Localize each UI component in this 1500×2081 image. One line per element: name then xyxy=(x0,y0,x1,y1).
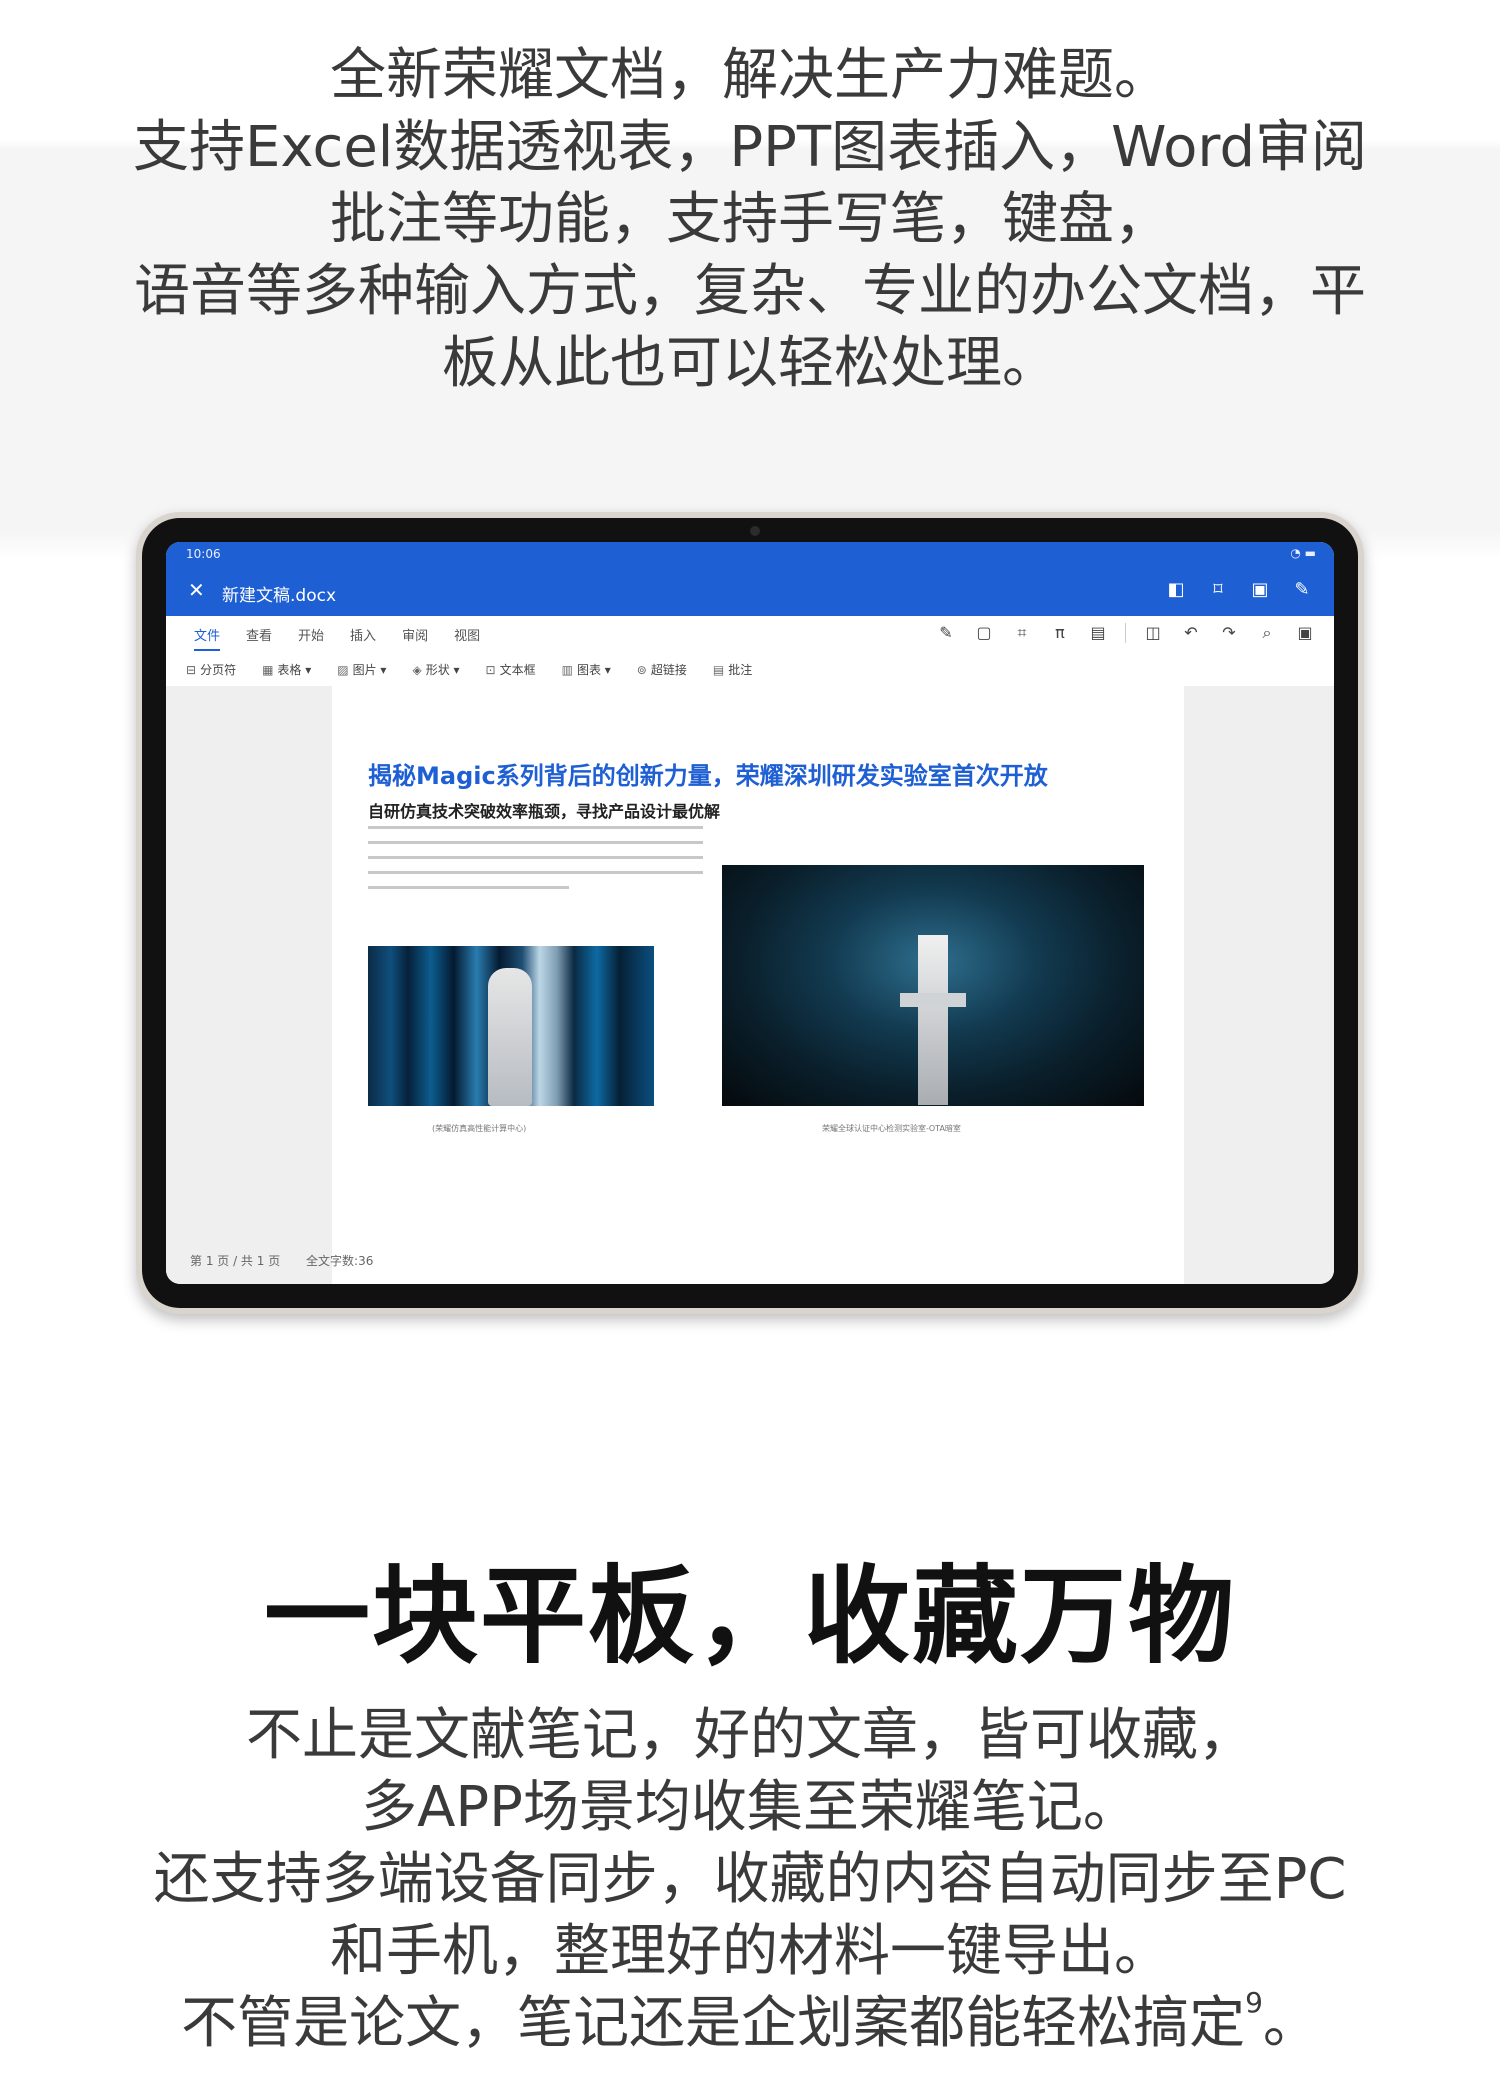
more-icon[interactable]: ▣ xyxy=(1294,623,1316,643)
scan-icon[interactable]: ⌗ xyxy=(1011,623,1033,643)
shape-button[interactable]: ◈ 形状 ▾ xyxy=(412,661,459,678)
intro-line: 支持Excel数据透视表，PPT图表插入，Word审阅 xyxy=(132,115,1368,180)
photo-anechoic-chamber xyxy=(722,865,1144,1106)
toolbar-divider xyxy=(1125,623,1126,643)
intro-line: 批注等功能，支持手写笔，键盘， xyxy=(330,187,1170,252)
book-icon[interactable]: ◫ xyxy=(1142,623,1164,643)
insert-toolbar: ⊟ 分页符 ▦ 表格 ▾ ▨ 图片 ▾ ◈ 形状 ▾ ⊡ 文本框 ▥ 图表 ▾ ⊚ 超链接 ▤… xyxy=(166,652,1334,687)
document-headline: 揭秘Magic系列背后的创新力量，荣耀深圳研发实验室首次开放 xyxy=(368,762,1048,790)
undo-icon[interactable]: ↶ xyxy=(1180,623,1202,643)
tab-file[interactable]: 文件 xyxy=(194,625,221,651)
annotation-label: 批注 xyxy=(728,663,753,677)
table-label: 表格 ▾ xyxy=(277,663,312,677)
annotation-button[interactable]: ▤ 批注 xyxy=(713,661,752,678)
document-page[interactable]: 揭秘Magic系列背后的创新力量，荣耀深圳研发实验室首次开放 自研仿真技术突破效… xyxy=(332,686,1184,1284)
section-title: 一块平板，收藏万物 xyxy=(264,1555,1236,1678)
textbox-label: 文本框 xyxy=(499,663,536,677)
shape-label: 形状 ▾ xyxy=(425,663,460,677)
document-subhead: 自研仿真技术突破效率瓶颈，寻找产品设计最优解 xyxy=(368,802,721,821)
status-bar: 10:06 ◔ ▬ xyxy=(166,542,1334,566)
page-break-button[interactable]: ⊟ 分页符 xyxy=(186,661,236,678)
intro-line: 全新荣耀文档，解决生产力难题。 xyxy=(330,43,1170,108)
image-icon: ▨ xyxy=(337,663,349,677)
menu-bar: 文件 查看 开始 插入 审阅 视图 ✎ ▢ ⌗ π ▤ ◫ ↶ ↷ ⌕ ▣ xyxy=(166,616,1334,653)
intro-line: 语音等多种输入方式，复杂、专业的办公文档，平 xyxy=(134,259,1366,324)
tab-insert[interactable]: 插入 xyxy=(350,625,376,651)
camera-icon xyxy=(750,526,760,536)
intro-line: 板从此也可以轻松处理。 xyxy=(442,331,1058,396)
formula-icon[interactable]: π xyxy=(1049,623,1071,643)
document-icon[interactable]: ▤ xyxy=(1087,623,1109,643)
table-button[interactable]: ▦ 表格 ▾ xyxy=(262,661,311,678)
tablet-bezel: 10:06 ◔ ▬ ✕ 新建文稿.docx ◧ ⌑ ▣ ✎ 文件 查看 开始 插… xyxy=(142,518,1358,1308)
menu-tools: ✎ ▢ ⌗ π ▤ ◫ ↶ ↷ ⌕ ▣ xyxy=(935,623,1316,643)
handwriting-icon[interactable]: ✎ xyxy=(935,623,957,643)
tablet-device: 10:06 ◔ ▬ ✕ 新建文稿.docx ◧ ⌑ ▣ ✎ 文件 查看 开始 插… xyxy=(136,512,1364,1314)
intro-text: 全新荣耀文档，解决生产力难题。 支持Excel数据透视表，PPT图表插入，Wor… xyxy=(60,40,1440,400)
insert-items: ⊟ 分页符 ▦ 表格 ▾ ▨ 图片 ▾ ◈ 形状 ▾ ⊡ 文本框 ▥ 图表 ▾ ⊚ 超链接 ▤… xyxy=(186,661,752,678)
outro-line: 不止是文献笔记，好的文章，皆可收藏， xyxy=(246,1703,1254,1768)
close-icon[interactable]: ✕ xyxy=(188,578,205,602)
engineer-figure xyxy=(488,968,532,1106)
image-button[interactable]: ▨ 图片 ▾ xyxy=(337,661,386,678)
test-fixture-figure xyxy=(900,993,966,1007)
shape-icon: ◈ xyxy=(412,663,422,677)
textbox-button[interactable]: ⊡ 文本框 xyxy=(486,661,536,678)
status-time: 10:06 xyxy=(186,547,221,561)
save-icon[interactable]: ▣ xyxy=(1248,578,1272,602)
page-break-label: 分页符 xyxy=(200,663,237,677)
pen-icon[interactable]: ✎ xyxy=(1290,578,1314,602)
document-area[interactable]: 揭秘Magic系列背后的创新力量，荣耀深圳研发实验室首次开放 自研仿真技术突破效… xyxy=(166,686,1334,1284)
document-title: 新建文稿.docx xyxy=(222,586,337,606)
photo-caption: (荣耀仿真高性能计算中心) xyxy=(432,1124,527,1133)
outro-line-last: 不管是论文，笔记还是企划案都能轻松搞定9。 xyxy=(60,1988,1440,2060)
footnote-marker: 9 xyxy=(1245,1986,1263,2019)
hyperlink-button[interactable]: ⊚ 超链接 xyxy=(637,661,687,678)
annotation-icon: ▤ xyxy=(712,663,725,677)
document-footer: 第 1 页 / 共 1 页 全文字数:36 xyxy=(190,1252,395,1269)
outro-line: 还支持多端设备同步，收藏的内容自动同步至PC xyxy=(153,1847,1347,1912)
tab-display[interactable]: 视图 xyxy=(454,625,480,651)
tab-view[interactable]: 查看 xyxy=(246,625,272,651)
title-bar: ✕ 新建文稿.docx ◧ ⌑ ▣ ✎ xyxy=(166,566,1334,616)
page-count: 第 1 页 / 共 1 页 xyxy=(190,1254,281,1268)
tab-review[interactable]: 审阅 xyxy=(402,625,428,651)
tablet-screen: 10:06 ◔ ▬ ✕ 新建文稿.docx ◧ ⌑ ▣ ✎ 文件 查看 开始 插… xyxy=(166,542,1334,1284)
title-actions: ◧ ⌑ ▣ ✎ xyxy=(1164,578,1314,602)
outro-line: 多APP场景均收集至荣耀笔记。 xyxy=(361,1775,1139,1840)
image-label: 图片 ▾ xyxy=(352,663,387,677)
search-icon[interactable]: ⌕ xyxy=(1256,623,1278,643)
link-icon: ⊚ xyxy=(636,663,647,677)
chart-label: 图表 ▾ xyxy=(576,663,611,677)
chart-icon: ▥ xyxy=(561,663,573,677)
word-count: 全文字数:36 xyxy=(306,1254,374,1268)
outro-period: 。 xyxy=(1262,1991,1319,2056)
battery-icon: ◔ ▬ xyxy=(1290,546,1316,560)
tab-start[interactable]: 开始 xyxy=(298,625,324,651)
photo-caption: 荣耀全球认证中心检测实验室-OTA暗室 xyxy=(822,1124,961,1133)
redo-icon[interactable]: ↷ xyxy=(1218,623,1240,643)
document-body-text xyxy=(368,826,703,901)
photo-computing-center xyxy=(368,946,654,1106)
outro-line: 不管是论文，笔记还是企划案都能轻松搞定 xyxy=(181,1991,1246,2056)
hyperlink-label: 超链接 xyxy=(650,663,687,677)
page-break-icon: ⊟ xyxy=(186,663,197,677)
textbox-icon: ⊡ xyxy=(485,663,496,677)
comment-icon[interactable]: ▢ xyxy=(973,623,995,643)
table-icon: ▦ xyxy=(262,663,274,677)
chart-button[interactable]: ▥ 图表 ▾ xyxy=(562,661,611,678)
outro-line: 和手机，整理好的材料一键导出。 xyxy=(330,1919,1170,1984)
test-device-figure xyxy=(918,935,948,1105)
menu-tabs: 文件 查看 开始 插入 审阅 视图 xyxy=(194,625,480,651)
bookmark-icon[interactable]: ⌑ xyxy=(1206,578,1230,602)
outro-text: 不止是文献笔记，好的文章，皆可收藏， 多APP场景均收集至荣耀笔记。 还支持多端… xyxy=(60,1700,1440,2060)
layout-icon[interactable]: ◧ xyxy=(1164,578,1188,602)
